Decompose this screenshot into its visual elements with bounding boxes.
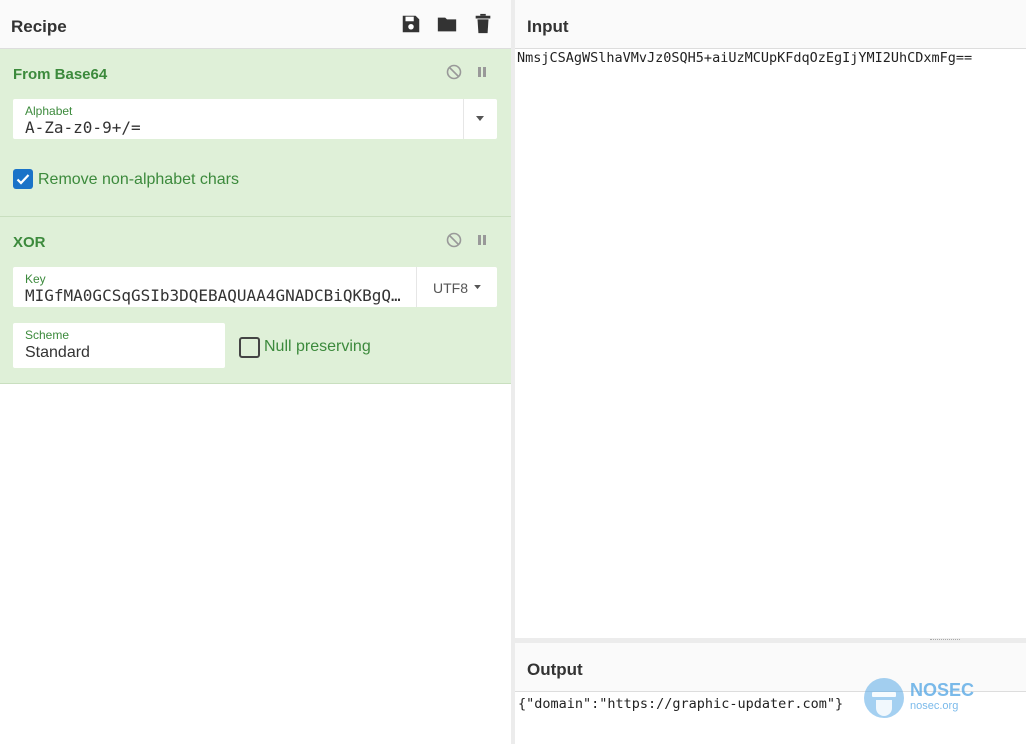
watermark-site: nosec.org bbox=[910, 700, 959, 712]
remove-nonalpha-label: Remove non-alphabet chars bbox=[38, 171, 240, 188]
scheme-select[interactable]: Scheme Standard bbox=[13, 323, 225, 368]
null-preserving-label: Null preserving bbox=[264, 338, 371, 355]
pause-icon[interactable] bbox=[474, 232, 490, 248]
remove-nonalpha-checkbox[interactable] bbox=[13, 169, 33, 189]
key-label: Key bbox=[25, 272, 46, 286]
alphabet-value: A-Za-z0-9+/= bbox=[25, 118, 141, 137]
scheme-value: Standard bbox=[25, 344, 90, 361]
select-divider bbox=[463, 99, 464, 139]
nosec-logo-icon bbox=[864, 678, 904, 718]
input-textarea[interactable]: NmsjCSAgWSlhaVMvJz0SQH5+aiUzMCUpKFdqOzEg… bbox=[517, 50, 1022, 66]
recipe-panel: Recipe From Base64 Alphabet A-Za-z0-9+/=… bbox=[0, 0, 511, 744]
input-title: Input bbox=[527, 17, 569, 36]
chevron-down-icon[interactable] bbox=[474, 285, 481, 290]
folder-icon[interactable] bbox=[436, 13, 458, 35]
io-panel: Input NmsjCSAgWSlhaVMvJz0SQH5+aiUzMCUpKF… bbox=[515, 0, 1026, 744]
save-icon[interactable] bbox=[400, 13, 422, 35]
scheme-label: Scheme bbox=[25, 328, 70, 342]
disable-icon[interactable] bbox=[446, 232, 462, 248]
pause-icon[interactable] bbox=[474, 64, 490, 80]
op-title: From Base64 bbox=[13, 66, 108, 83]
alphabet-select[interactable]: Alphabet A-Za-z0-9+/= bbox=[13, 99, 497, 139]
key-divider bbox=[416, 267, 417, 307]
input-header: Input bbox=[515, 0, 1026, 49]
key-encoding-dropdown[interactable]: UTF8 bbox=[433, 280, 468, 296]
key-field[interactable]: Key MIGfMA0GCSqGSIb3DQEBAQUAA4GNADCBiQKB… bbox=[13, 267, 497, 307]
trash-icon[interactable] bbox=[472, 13, 494, 35]
recipe-title: Recipe bbox=[11, 17, 67, 36]
recipe-header: Recipe bbox=[0, 0, 511, 49]
null-preserving-checkbox[interactable] bbox=[239, 337, 260, 358]
op-from-base64: From Base64 Alphabet A-Za-z0-9+/= Remove… bbox=[0, 49, 511, 217]
op-title: XOR bbox=[13, 234, 46, 251]
output-title: Output bbox=[527, 660, 583, 679]
key-value[interactable]: MIGfMA0GCSqGSIb3DQEBAQUAA4GNADCBiQKBgQ… bbox=[25, 286, 405, 305]
chevron-down-icon[interactable] bbox=[476, 116, 484, 122]
op-xor: XOR Key MIGfMA0GCSqGSIb3DQEBAQUAA4GNADCB… bbox=[0, 217, 511, 384]
nosec-watermark: NOSEC nosec.org bbox=[862, 676, 1022, 722]
alphabet-label: Alphabet bbox=[25, 104, 73, 118]
check-icon bbox=[16, 174, 30, 185]
watermark-brand: NOSEC bbox=[910, 680, 975, 700]
disable-icon[interactable] bbox=[446, 64, 462, 80]
